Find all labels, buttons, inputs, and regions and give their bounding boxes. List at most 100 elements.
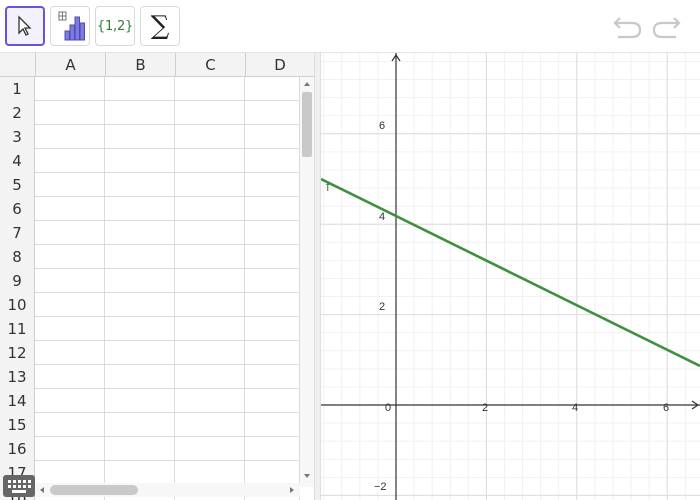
cell-b3[interactable] <box>105 125 175 149</box>
one-variable-analysis-button[interactable] <box>50 6 90 46</box>
cell-a2[interactable] <box>35 101 105 125</box>
cell-a7[interactable] <box>35 221 105 245</box>
cell-b2[interactable] <box>105 101 175 125</box>
cell-b13[interactable] <box>105 365 175 389</box>
row-header[interactable]: 6 <box>0 197 35 221</box>
cell-a8[interactable] <box>35 245 105 269</box>
cell-c4[interactable] <box>175 149 245 173</box>
row-header[interactable]: 2 <box>0 101 35 125</box>
keyboard-button[interactable] <box>3 475 35 497</box>
row-header[interactable]: 1 <box>0 77 35 101</box>
cell-d17[interactable] <box>245 461 300 485</box>
cell-c15[interactable] <box>175 413 245 437</box>
cell-b1[interactable] <box>105 77 175 101</box>
cell-b5[interactable] <box>105 173 175 197</box>
column-header-a[interactable]: A <box>35 53 105 77</box>
graphics-view[interactable]: 0 2 4 6 6 4 2 −2 f <box>321 53 700 500</box>
cell-c16[interactable] <box>175 437 245 461</box>
cell-b6[interactable] <box>105 197 175 221</box>
row-header[interactable]: 13 <box>0 365 35 389</box>
column-header-b[interactable]: B <box>105 53 175 77</box>
row-header[interactable]: 3 <box>0 125 35 149</box>
cell-a12[interactable] <box>35 341 105 365</box>
redo-button[interactable] <box>650 12 682 40</box>
cell-d8[interactable] <box>245 245 300 269</box>
cell-c12[interactable] <box>175 341 245 365</box>
cell-d13[interactable] <box>245 365 300 389</box>
cell-d11[interactable] <box>245 317 300 341</box>
horizontal-scroll-thumb[interactable] <box>50 485 138 495</box>
cell-c1[interactable] <box>175 77 245 101</box>
cell-b14[interactable] <box>105 389 175 413</box>
cell-a4[interactable] <box>35 149 105 173</box>
cell-c11[interactable] <box>175 317 245 341</box>
cell-d4[interactable] <box>245 149 300 173</box>
row-header[interactable]: 8 <box>0 245 35 269</box>
cell-c8[interactable] <box>175 245 245 269</box>
view-divider[interactable] <box>314 53 321 500</box>
cell-a10[interactable] <box>35 293 105 317</box>
undo-button[interactable] <box>612 12 644 40</box>
horizontal-scrollbar[interactable] <box>35 483 300 497</box>
row-header[interactable]: 10 <box>0 293 35 317</box>
cell-a15[interactable] <box>35 413 105 437</box>
cell-d14[interactable] <box>245 389 300 413</box>
create-list-button[interactable]: {1,2} <box>95 6 135 46</box>
cell-d15[interactable] <box>245 413 300 437</box>
row-header[interactable]: 14 <box>0 389 35 413</box>
row-header[interactable]: 11 <box>0 317 35 341</box>
cell-a13[interactable] <box>35 365 105 389</box>
row-header[interactable]: 7 <box>0 221 35 245</box>
cell-b12[interactable] <box>105 341 175 365</box>
cell-a6[interactable] <box>35 197 105 221</box>
cell-b17[interactable] <box>105 461 175 485</box>
cell-d6[interactable] <box>245 197 300 221</box>
cell-a5[interactable] <box>35 173 105 197</box>
cell-a14[interactable] <box>35 389 105 413</box>
cell-d1[interactable] <box>245 77 300 101</box>
cell-d16[interactable] <box>245 437 300 461</box>
cell-a16[interactable] <box>35 437 105 461</box>
cell-d3[interactable] <box>245 125 300 149</box>
cell-c10[interactable] <box>175 293 245 317</box>
cell-b4[interactable] <box>105 149 175 173</box>
cell-c5[interactable] <box>175 173 245 197</box>
cell-c14[interactable] <box>175 389 245 413</box>
cell-c13[interactable] <box>175 365 245 389</box>
vertical-scrollbar[interactable] <box>300 77 314 487</box>
cell-d10[interactable] <box>245 293 300 317</box>
cell-b10[interactable] <box>105 293 175 317</box>
cell-d9[interactable] <box>245 269 300 293</box>
cell-b7[interactable] <box>105 221 175 245</box>
move-tool-button[interactable] <box>5 6 45 46</box>
cell-d5[interactable] <box>245 173 300 197</box>
cell-c3[interactable] <box>175 125 245 149</box>
vertical-scroll-thumb[interactable] <box>302 92 312 157</box>
cell-a17[interactable] <box>35 461 105 485</box>
cell-b15[interactable] <box>105 413 175 437</box>
column-header-d[interactable]: D <box>245 53 314 77</box>
cell-b9[interactable] <box>105 269 175 293</box>
cell-a9[interactable] <box>35 269 105 293</box>
row-header[interactable]: 5 <box>0 173 35 197</box>
cell-d7[interactable] <box>245 221 300 245</box>
row-header[interactable]: 15 <box>0 413 35 437</box>
cell-b11[interactable] <box>105 317 175 341</box>
cell-a11[interactable] <box>35 317 105 341</box>
cell-c6[interactable] <box>175 197 245 221</box>
row-header[interactable]: 9 <box>0 269 35 293</box>
cell-a3[interactable] <box>35 125 105 149</box>
cell-d12[interactable] <box>245 341 300 365</box>
cell-c2[interactable] <box>175 101 245 125</box>
graphics-canvas[interactable]: 0 2 4 6 6 4 2 −2 f <box>321 53 700 500</box>
sum-button[interactable]: ∑ <box>140 6 180 46</box>
cell-c7[interactable] <box>175 221 245 245</box>
function-f-label[interactable]: f <box>326 179 330 194</box>
cell-d2[interactable] <box>245 101 300 125</box>
cell-a1[interactable] <box>35 77 105 101</box>
cell-c9[interactable] <box>175 269 245 293</box>
row-header[interactable]: 16 <box>0 437 35 461</box>
cell-b16[interactable] <box>105 437 175 461</box>
row-header[interactable]: 4 <box>0 149 35 173</box>
cell-b8[interactable] <box>105 245 175 269</box>
